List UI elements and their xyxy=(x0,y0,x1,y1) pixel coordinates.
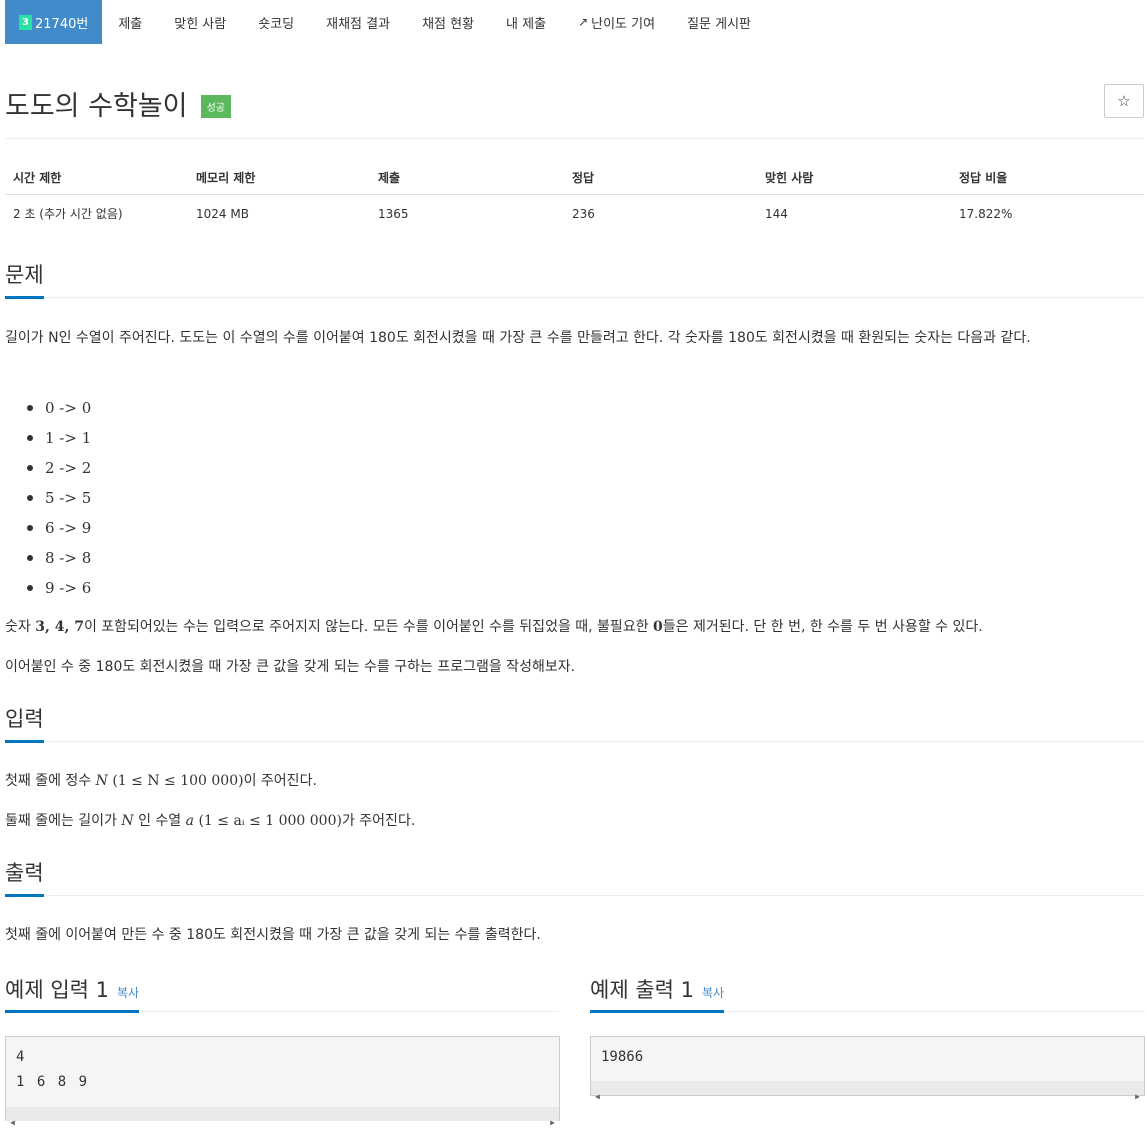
table-header: 메모리 제한 xyxy=(188,165,370,195)
math-zero: 0 xyxy=(653,619,663,635)
horizontal-scrollbar[interactable]: ◀ ▶ xyxy=(6,1107,559,1127)
table-cell[interactable]: 236 xyxy=(564,195,757,233)
title-divider xyxy=(5,138,1144,139)
nav-short-coding[interactable]: 숏코딩 xyxy=(242,0,310,44)
math-range: (1 ≤ N ≤ 100 000) xyxy=(112,773,244,789)
table-header: 시간 제한 xyxy=(5,165,188,195)
list-item: 9 -> 6 xyxy=(26,578,91,608)
text-fragment: 가 주어진다. xyxy=(341,813,416,829)
input-section-header: 입력 xyxy=(5,703,1144,743)
math-var: N xyxy=(95,773,108,789)
sample-input-line: 4 xyxy=(16,1049,25,1065)
output-section-header: 출력 xyxy=(5,857,1144,897)
sample-output-box[interactable]: 19866 ◀ ▶ xyxy=(590,1036,1145,1101)
table-cell[interactable]: 144 xyxy=(757,195,951,233)
input-line-1: 첫째 줄에 정수 N (1 ≤ N ≤ 100 000)이 주어진다. xyxy=(5,767,1142,796)
table-cell[interactable]: 1365 xyxy=(370,195,564,233)
math-range: (1 ≤ aᵢ ≤ 1 000 000) xyxy=(198,813,342,829)
sample-input-box[interactable]: 4 1 6 8 9 ◀ ▶ xyxy=(5,1036,560,1127)
table-cell: 1024 MB xyxy=(196,206,249,221)
sample-output-line: 19866 xyxy=(601,1049,644,1065)
text-fragment: 둘째 줄에는 길이가 xyxy=(5,813,122,829)
list-item: 5 -> 5 xyxy=(26,488,91,518)
external-link-icon: ↗ xyxy=(578,15,589,29)
text-fragment: 인 수열 xyxy=(133,813,186,829)
nav-solved-users[interactable]: 맞힌 사람 xyxy=(158,0,242,44)
table-row: 2 초 (추가 시간 없음) 1024 MB 1365 236 144 17.8… xyxy=(5,195,1144,233)
problem-section-header: 문제 xyxy=(5,259,1144,299)
text-fragment: 첫째 줄에 정수 xyxy=(5,773,96,789)
input-line-2: 둘째 줄에는 길이가 N 인 수열 a (1 ≤ aᵢ ≤ 1 000 000)… xyxy=(5,807,1142,836)
sample-output-heading-wrap: 예제 출력 1 복사 xyxy=(590,974,725,1013)
math-var: a xyxy=(185,813,194,829)
sample-input-heading: 예제 입력 1 xyxy=(5,978,109,1002)
title-row: 도도의 수학놀이 성공 ☆ xyxy=(5,84,1144,124)
page-title: 도도의 수학놀이 xyxy=(5,91,188,122)
table-header: 정답 xyxy=(564,165,757,195)
horizontal-scrollbar[interactable]: ◀ ▶ xyxy=(591,1081,1144,1101)
page: 3 21740번 제출 맞힌 사람 숏코딩 재채점 결과 채점 현황 내 제출 … xyxy=(0,0,1147,1127)
list-item: 6 -> 9 xyxy=(26,518,91,548)
text-fragment: 이 포함되어있는 수는 입력으로 주어지지 않는다. 모든 수를 이어붙인 수를… xyxy=(83,619,654,635)
problem-description: 길이가 N인 수열이 주어진다. 도도는 이 수열의 수를 이어붙여 180도 … xyxy=(5,330,1031,346)
nav-question-board[interactable]: 질문 게시판 xyxy=(671,0,767,44)
star-icon[interactable]: ☆ xyxy=(1104,84,1144,118)
scroll-right-icon[interactable]: ▶ xyxy=(550,1110,555,1135)
table-cell: 2 초 (추가 시간 없음) xyxy=(13,207,123,221)
copy-output-button[interactable]: 복사 xyxy=(702,986,724,1000)
input-heading: 입력 xyxy=(5,703,44,743)
nav-problem-number[interactable]: 3 21740번 xyxy=(5,0,103,44)
problem-heading: 문제 xyxy=(5,259,44,299)
scroll-left-icon[interactable]: ◀ xyxy=(595,1084,600,1109)
output-heading: 출력 xyxy=(5,857,44,897)
nav-status[interactable]: 채점 현황 xyxy=(406,0,490,44)
math-var: N xyxy=(121,813,134,829)
sample-output-header: 예제 출력 1 복사 xyxy=(590,973,1145,1013)
output-description: 첫째 줄에 이어붙여 만든 수 중 180도 회전시켰을 때 가장 큰 값을 갖… xyxy=(5,927,541,943)
scroll-right-icon[interactable]: ▶ xyxy=(1135,1084,1140,1109)
nav-my-submissions[interactable]: 내 제출 xyxy=(490,0,562,44)
text-fragment: 숫자 xyxy=(5,619,36,635)
rotation-list: 0 -> 0 1 -> 1 2 -> 2 5 -> 5 6 -> 9 8 -> … xyxy=(5,398,91,608)
sample-input-line: 1 6 8 9 xyxy=(16,1074,88,1090)
table-header: 제출 xyxy=(370,165,564,195)
table-header: 정답 비율 xyxy=(951,165,1144,195)
text-fragment: 이 주어진다. xyxy=(243,773,317,789)
table-header: 맞힌 사람 xyxy=(757,165,951,195)
problem-goal: 이어붙인 수 중 180도 회전시켰을 때 가장 큰 값을 갖게 되는 수를 구… xyxy=(5,659,576,675)
list-item: 1 -> 1 xyxy=(26,428,91,458)
text-fragment: 들은 제거된다. 단 한 번, 한 수를 두 번 사용할 수 있다. xyxy=(662,619,983,635)
nav-submit[interactable]: 제출 xyxy=(102,0,158,44)
sample-output-heading: 예제 출력 1 xyxy=(590,978,694,1002)
table-cell: 17.822% xyxy=(959,206,1013,221)
list-item: 0 -> 0 xyxy=(26,398,91,428)
sample-input-heading-wrap: 예제 입력 1 복사 xyxy=(5,974,140,1013)
problem-number-label: 21740번 xyxy=(35,16,89,32)
math-digits: 3, 4, 7 xyxy=(35,619,84,635)
tier-icon: 3 xyxy=(19,14,32,30)
problem-info-table: 시간 제한 메모리 제한 제출 정답 맞힌 사람 정답 비율 2 초 (추가 시… xyxy=(5,165,1144,232)
problem-constraint: 숫자 3, 4, 7이 포함되어있는 수는 입력으로 주어지지 않는다. 모든 … xyxy=(5,613,1142,642)
sample-input-header: 예제 입력 1 복사 xyxy=(5,973,559,1013)
list-item: 8 -> 8 xyxy=(26,548,91,578)
list-item: 2 -> 2 xyxy=(26,458,91,488)
problem-nav: 3 21740번 제출 맞힌 사람 숏코딩 재채점 결과 채점 현황 내 제출 … xyxy=(5,0,767,44)
nav-difficulty-label: 난이도 기여 xyxy=(591,16,656,32)
copy-input-button[interactable]: 복사 xyxy=(117,986,139,1000)
nav-rejudge-results[interactable]: 재채점 결과 xyxy=(310,0,406,44)
nav-difficulty-contribution[interactable]: ↗ 난이도 기여 xyxy=(562,0,671,44)
status-badge: 성공 xyxy=(200,95,231,118)
table-header-row: 시간 제한 메모리 제한 제출 정답 맞힌 사람 정답 비율 xyxy=(5,165,1144,195)
scroll-left-icon[interactable]: ◀ xyxy=(10,1110,15,1135)
